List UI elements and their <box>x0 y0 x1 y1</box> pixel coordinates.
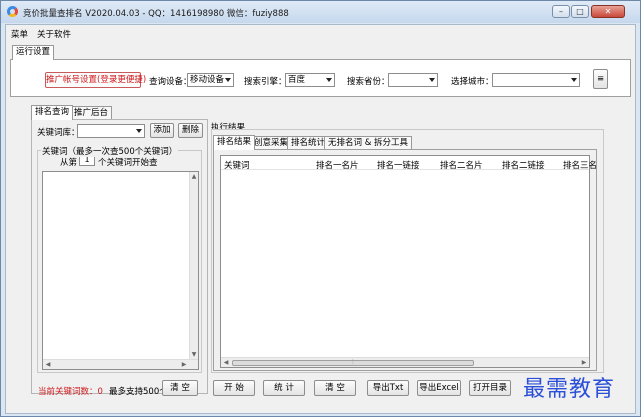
maximize-button[interactable]: □ <box>571 5 589 18</box>
column-header-rank1-link[interactable]: 排名一链接 <box>377 159 420 171</box>
scroll-down-icon[interactable]: ▼ <box>190 351 198 359</box>
scroll-right-icon[interactable]: ▶ <box>580 359 588 367</box>
column-header-rank2-link[interactable]: 排名二链接 <box>502 159 545 171</box>
keyword-group-title: 关键词（最多一次查500个关键词） <box>41 145 179 157</box>
max-support-label: 最多支持500个 <box>109 387 168 397</box>
column-header-rank3-card[interactable]: 排名三名 <box>563 159 597 171</box>
run-settings-panel: 推广帐号设置(登录更便捷) 查询设备： 移动设备 搜索引擎： 百度 搜索省份： … <box>10 59 631 97</box>
device-label: 查询设备： <box>149 77 192 87</box>
menu-bar: 菜单 关于软件 <box>6 25 635 41</box>
delete-keyword-lib-button[interactable]: 删除 <box>178 123 203 138</box>
column-header-keyword[interactable]: 关键词 <box>224 159 250 171</box>
title-bar[interactable]: 竞价批量查排名 V2020.04.03 - QQ：1416198980 微信：f… <box>1 1 640 23</box>
clear-results-button[interactable]: 清 空 <box>314 380 356 396</box>
keywords-horizontal-scrollbar[interactable]: ◀ ▶ <box>43 359 198 369</box>
start-button[interactable]: 开 始 <box>213 380 255 396</box>
chevron-down-icon <box>326 78 332 82</box>
tab-rank-query[interactable]: 排名查询 <box>31 105 74 120</box>
menu-item-about[interactable]: 关于软件 <box>37 28 71 40</box>
province-select[interactable] <box>388 73 438 87</box>
current-keyword-count: 当前关键词数：0 <box>38 387 103 397</box>
device-select[interactable]: 移动设备 <box>187 73 234 87</box>
column-header-rank1-card[interactable]: 排名一名片 <box>316 159 359 171</box>
tab-run-settings[interactable]: 运行设置 <box>12 45 55 60</box>
menu-item-menu[interactable]: 菜单 <box>11 28 28 40</box>
close-button[interactable]: ✕ <box>591 5 625 18</box>
watermark-logo: 最需教育 <box>523 377 616 402</box>
window-title: 竞价批量查排名 V2020.04.03 - QQ：1416198980 微信：f… <box>23 9 289 19</box>
scrollbar-thumb[interactable]: ⋮ <box>232 360 474 366</box>
chevron-down-icon <box>136 129 142 133</box>
export-txt-button[interactable]: 导出Txt <box>367 380 409 396</box>
export-excel-button[interactable]: 导出Excel <box>417 380 461 396</box>
keyword-lib-label: 关键词库： <box>37 128 80 138</box>
scroll-left-icon[interactable]: ◀ <box>222 359 230 367</box>
keyword-lib-select[interactable] <box>77 124 145 138</box>
add-keyword-lib-button[interactable]: 添加 <box>150 123 174 138</box>
minimize-button[interactable]: – <box>552 5 570 18</box>
tab-creative-collect[interactable]: 创意采集 <box>250 136 293 150</box>
tab-no-rank-split[interactable]: 无排名词 & 拆分工具 <box>324 136 413 150</box>
column-header-rank2-card[interactable]: 排名二名片 <box>440 159 483 171</box>
app-logo-icon <box>7 6 18 17</box>
results-table-header: 关键词 排名一名片 排名一链接 排名二名片 排名二链接 排名三名 <box>221 156 597 171</box>
chevron-down-icon <box>571 78 577 82</box>
keywords-vertical-scrollbar[interactable]: ▲ ▼ <box>189 172 198 360</box>
city-label: 选择城市： <box>451 77 494 87</box>
engine-select[interactable]: 百度 <box>285 73 335 87</box>
open-folder-button[interactable]: 打开目录 <box>469 380 511 396</box>
client-area: 菜单 关于软件 运行设置 推广帐号设置(登录更便捷) 查询设备： 移动设备 搜索… <box>5 24 636 414</box>
start-from-label: 从第 <box>60 158 78 168</box>
promo-account-button[interactable]: 推广帐号设置(登录更便捷) <box>45 72 146 88</box>
province-label: 搜索省份： <box>347 77 390 87</box>
engine-label: 搜索引擎： <box>244 77 287 87</box>
tab-rank-results[interactable]: 排名结果 <box>213 135 256 150</box>
app-window: 竞价批量查排名 V2020.04.03 - QQ：1416198980 微信：f… <box>0 0 641 417</box>
statistics-button[interactable]: 统 计 <box>263 380 305 396</box>
chevron-down-icon <box>225 78 231 82</box>
scroll-up-icon[interactable]: ▲ <box>190 173 198 181</box>
city-select[interactable] <box>492 73 580 87</box>
tab-rank-stats[interactable]: 排名统计 <box>287 136 330 150</box>
results-horizontal-scrollbar[interactable]: ◀ ⋮ ▶ <box>221 357 589 367</box>
tab-promo-backend[interactable]: 推广后台 <box>70 106 113 120</box>
chevron-down-icon <box>429 78 435 82</box>
results-tab-panel: 关键词 排名一名片 排名一链接 排名二名片 排名二链接 排名三名 ◀ ⋮ ▶ <box>213 149 597 371</box>
results-table[interactable]: 关键词 排名一名片 排名一链接 排名二名片 排名二链接 排名三名 ◀ ⋮ ▶ <box>220 155 597 368</box>
keywords-textarea[interactable]: ▲ ▼ ◀ ▶ <box>42 171 199 370</box>
scroll-left-icon[interactable]: ◀ <box>44 361 52 369</box>
start-from-suffix: 个关键词开始查 <box>98 158 158 168</box>
extra-settings-button[interactable]: ≡ <box>593 69 608 89</box>
rank-query-panel: 关键词库： 添加 删除 关键词（最多一次查500个关键词） 从第 1 个关键词开… <box>31 119 208 394</box>
scroll-right-icon[interactable]: ▶ <box>180 361 188 369</box>
clear-keywords-button[interactable]: 清 空 <box>162 380 198 396</box>
